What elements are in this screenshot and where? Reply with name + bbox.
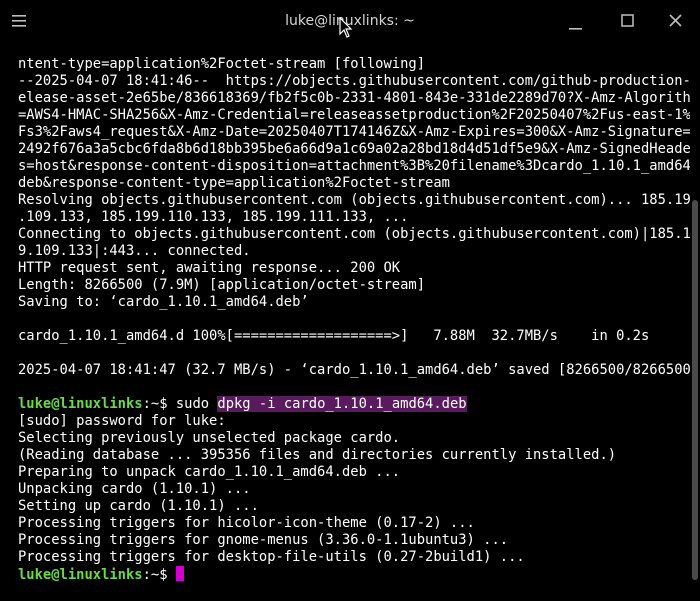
terminal-line: Processing triggers for gnome-menus (3.3…	[18, 532, 509, 548]
final-prompt-path: :~$	[142, 567, 176, 583]
terminal-line: (Reading database ... 395356 files and d…	[18, 447, 617, 463]
terminal-line: Selecting previously unselected package …	[18, 430, 401, 446]
terminal-line: .109.133, 185.199.110.133, 185.199.111.1…	[18, 209, 409, 225]
terminal-line: [sudo] password for luke:	[18, 413, 226, 429]
terminal-line: 2025-04-07 18:41:47 (32.7 MB/s) - ‘cardo…	[18, 362, 690, 378]
terminal-line: Unpacking cardo (1.10.1) ...	[18, 481, 251, 497]
terminal-line: elease-asset-2e65be/836618369/fb2f5c0b-2…	[18, 90, 690, 106]
terminal-line: HTTP request sent, awaiting response... …	[18, 260, 401, 276]
terminal-line: Saving to: ‘cardo_1.10.1_amd64.deb’	[18, 294, 309, 310]
title-bar[interactable]: luke@linuxlinks: ~	[0, 0, 700, 44]
terminal-window: luke@linuxlinks: ~ ntent-type=applicatio…	[0, 0, 700, 601]
terminal-line: s=host&response-content-disposition=atta…	[18, 158, 690, 174]
terminal-line: Resolving objects.githubusercontent.com …	[18, 192, 690, 208]
terminal-line: Processing triggers for desktop-file-uti…	[18, 549, 525, 565]
highlighted-command[interactable]: dpkg -i cardo_1.10.1_amd64.deb	[217, 396, 467, 412]
terminal-line: Connecting to objects.githubusercontent.…	[18, 226, 690, 242]
minimize-icon[interactable]	[565, 9, 591, 35]
terminal-line: --2025-04-07 18:41:46-- https://objects.…	[18, 73, 690, 89]
prompt-user: luke@linuxlinks	[18, 396, 143, 412]
text-cursor	[175, 566, 184, 581]
final-prompt-user: luke@linuxlinks	[18, 567, 143, 583]
terminal-line: Setting up cardo (1.10.1) ...	[18, 498, 259, 514]
terminal-line: Length: 8266500 (7.9M) [application/octe…	[18, 277, 426, 293]
terminal-line: =AWS4-HMAC-SHA256&X-Amz-Credential=relea…	[18, 107, 690, 123]
prompt-path: :~$	[142, 396, 176, 412]
close-icon[interactable]	[663, 9, 689, 35]
terminal-line: 2492f676a3a5cbc6fda8b6d18bb395be6a66d9a1…	[18, 141, 690, 157]
scrollbar-thumb[interactable]	[692, 200, 698, 580]
terminal-line: Preparing to unpack cardo_1.10.1_amd64.d…	[18, 464, 401, 480]
install-output-lines: [sudo] password for luke: Selecting previ…	[18, 413, 690, 566]
terminal-output[interactable]: ntent-type=application%2Foctet-stream [f…	[18, 56, 690, 596]
terminal-line: ntent-type=application%2Foctet-stream [f…	[18, 56, 426, 72]
output-lines: ntent-type=application%2Foctet-stream [f…	[18, 56, 690, 396]
maximize-icon[interactable]	[615, 9, 641, 35]
terminal-line: deb&response-content-type=application%2F…	[18, 175, 450, 191]
final-prompt-line[interactable]: luke@linuxlinks:~$	[18, 566, 690, 583]
terminal-line: cardo_1.10.1_amd64.d 100%[==============…	[18, 328, 650, 344]
terminal-line: 9.109.133|:443... connected.	[18, 243, 251, 259]
terminal-line: Processing triggers for hicolor-icon-the…	[18, 515, 475, 531]
command-line: luke@linuxlinks:~$ sudo dpkg -i cardo_1.…	[18, 396, 690, 413]
mouse-pointer-icon	[339, 16, 353, 39]
command-prefix: sudo	[175, 396, 218, 412]
terminal-line: Fs3%2Faws4_request&X-Amz-Date=20250407T1…	[18, 124, 690, 140]
